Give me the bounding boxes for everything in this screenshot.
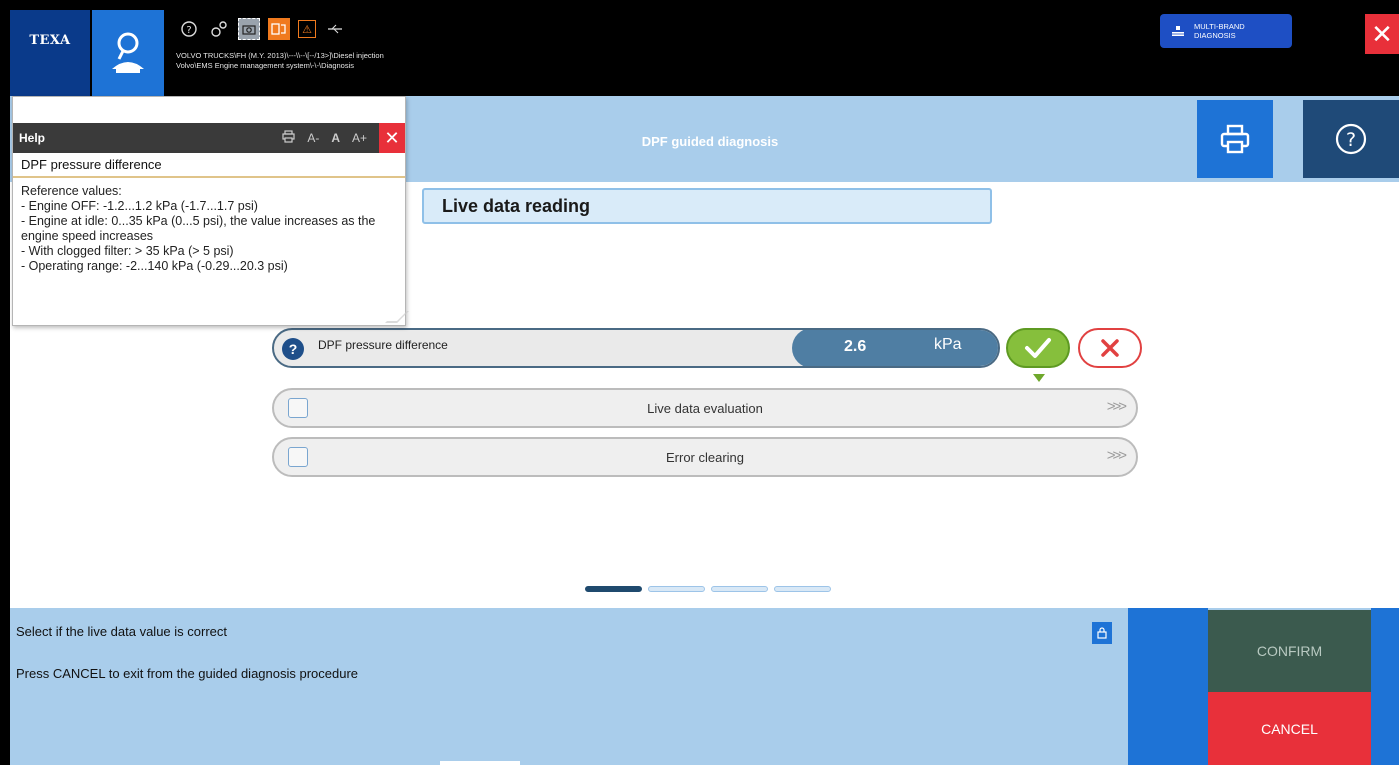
menu-icon bbox=[1172, 26, 1184, 36]
texa-logo: TEXA bbox=[10, 10, 90, 96]
step-label: Live data evaluation bbox=[647, 401, 763, 416]
checkmark-icon bbox=[1025, 338, 1051, 358]
side-bar-blue-right bbox=[1371, 608, 1399, 765]
multibrand-line-1: MULTI-BRAND bbox=[1194, 22, 1245, 31]
parameter-unit: kPa bbox=[934, 336, 962, 353]
print-button[interactable] bbox=[1197, 100, 1273, 178]
parameter-label: DPF pressure difference bbox=[318, 338, 448, 352]
warning-icon[interactable]: ⚠ bbox=[298, 20, 316, 38]
diagnosis-button[interactable] bbox=[92, 10, 164, 96]
help-close-icon[interactable]: ✕ bbox=[379, 123, 405, 153]
help-print-icon[interactable] bbox=[282, 130, 295, 146]
confirm-button[interactable]: CONFIRM bbox=[1208, 610, 1371, 692]
parameter-value-box: 2.6 kPa bbox=[792, 330, 998, 366]
cancel-button[interactable]: CANCEL bbox=[1208, 692, 1371, 765]
chevrons-right-icon: >>> bbox=[1106, 447, 1127, 464]
usb-icon[interactable] bbox=[324, 18, 346, 40]
section-title: Live data reading bbox=[422, 188, 992, 224]
camera-icon[interactable] bbox=[238, 18, 260, 40]
resize-grip-icon[interactable] bbox=[385, 311, 409, 323]
page-indicator bbox=[585, 586, 831, 592]
font-decrease-button[interactable]: A- bbox=[307, 131, 319, 145]
value-correct-button[interactable] bbox=[1006, 328, 1070, 368]
cross-icon bbox=[1101, 339, 1119, 357]
path-line-2: Volvo\EMS Engine management system\-\-\D… bbox=[176, 61, 354, 70]
diagnosis-icon bbox=[112, 32, 144, 73]
page-title: DPF guided diagnosis bbox=[641, 134, 779, 149]
help-title-bar: Help A- A A+ ✕ bbox=[13, 123, 405, 153]
path-line-1: VOLVO TRUCKS\FH (M.Y. 2013)\---\\--\[--/… bbox=[176, 51, 384, 60]
page-dot-3[interactable] bbox=[711, 586, 768, 592]
svg-text:?: ? bbox=[1346, 129, 1356, 151]
multi-brand-diagnosis-button[interactable]: MULTI-BRAND DIAGNOSIS bbox=[1160, 14, 1292, 48]
top-bar: TEXA ? ⚠ VOLVO TRUCKS\FH (M.Y. 2013)\---… bbox=[0, 0, 1399, 96]
bottom-panel: Select if the live data value is correct… bbox=[10, 608, 1399, 765]
help-subtitle: DPF pressure difference bbox=[13, 153, 405, 178]
page-dot-2[interactable] bbox=[648, 586, 705, 592]
font-normal-button[interactable]: A bbox=[331, 131, 340, 145]
parameter-value: 2.6 bbox=[844, 338, 867, 355]
parameter-help-icon[interactable]: ? bbox=[282, 338, 304, 360]
settings-icon[interactable] bbox=[208, 18, 230, 40]
connection-icon[interactable] bbox=[268, 18, 290, 40]
help-body: Reference values: - Engine OFF: -1.2...1… bbox=[21, 184, 376, 273]
vehicle-path: VOLVO TRUCKS\FH (M.Y. 2013)\---\\--\[--/… bbox=[176, 51, 384, 71]
printer-icon bbox=[1220, 124, 1250, 154]
lock-icon[interactable] bbox=[1092, 622, 1112, 644]
question-icon: ? bbox=[1335, 123, 1367, 155]
step-live-data-evaluation[interactable]: Live data evaluation >>> bbox=[272, 388, 1138, 428]
font-increase-button[interactable]: A+ bbox=[352, 131, 367, 145]
help-panel: Help A- A A+ ✕ DPF pressure difference R… bbox=[12, 96, 409, 326]
selection-marker bbox=[1033, 374, 1045, 382]
step-label: Error clearing bbox=[665, 450, 745, 465]
side-bar-blue bbox=[1128, 608, 1208, 765]
page-dot-4[interactable] bbox=[774, 586, 831, 592]
help-button[interactable]: ? bbox=[1303, 100, 1399, 178]
svg-text:?: ? bbox=[186, 25, 191, 36]
help-icon[interactable]: ? bbox=[178, 18, 200, 40]
value-incorrect-button[interactable] bbox=[1078, 328, 1142, 368]
step-error-clearing[interactable]: Error clearing >>> bbox=[272, 437, 1138, 477]
cancel-hint-message: Press CANCEL to exit from the guided dia… bbox=[16, 666, 359, 681]
page-dot-1[interactable] bbox=[585, 586, 642, 592]
bottom-tab bbox=[440, 761, 520, 765]
close-icon[interactable]: ✕ bbox=[1365, 14, 1399, 54]
instruction-message: Select if the live data value is correct bbox=[16, 624, 227, 639]
parameter-row: ? DPF pressure difference 2.6 kPa bbox=[272, 328, 1000, 368]
multibrand-line-2: DIAGNOSIS bbox=[1194, 31, 1236, 40]
chevrons-right-icon: >>> bbox=[1106, 398, 1127, 415]
help-title: Help bbox=[19, 131, 46, 145]
app-window: TEXA ? ⚠ VOLVO TRUCKS\FH (M.Y. 2013)\---… bbox=[0, 0, 1399, 765]
